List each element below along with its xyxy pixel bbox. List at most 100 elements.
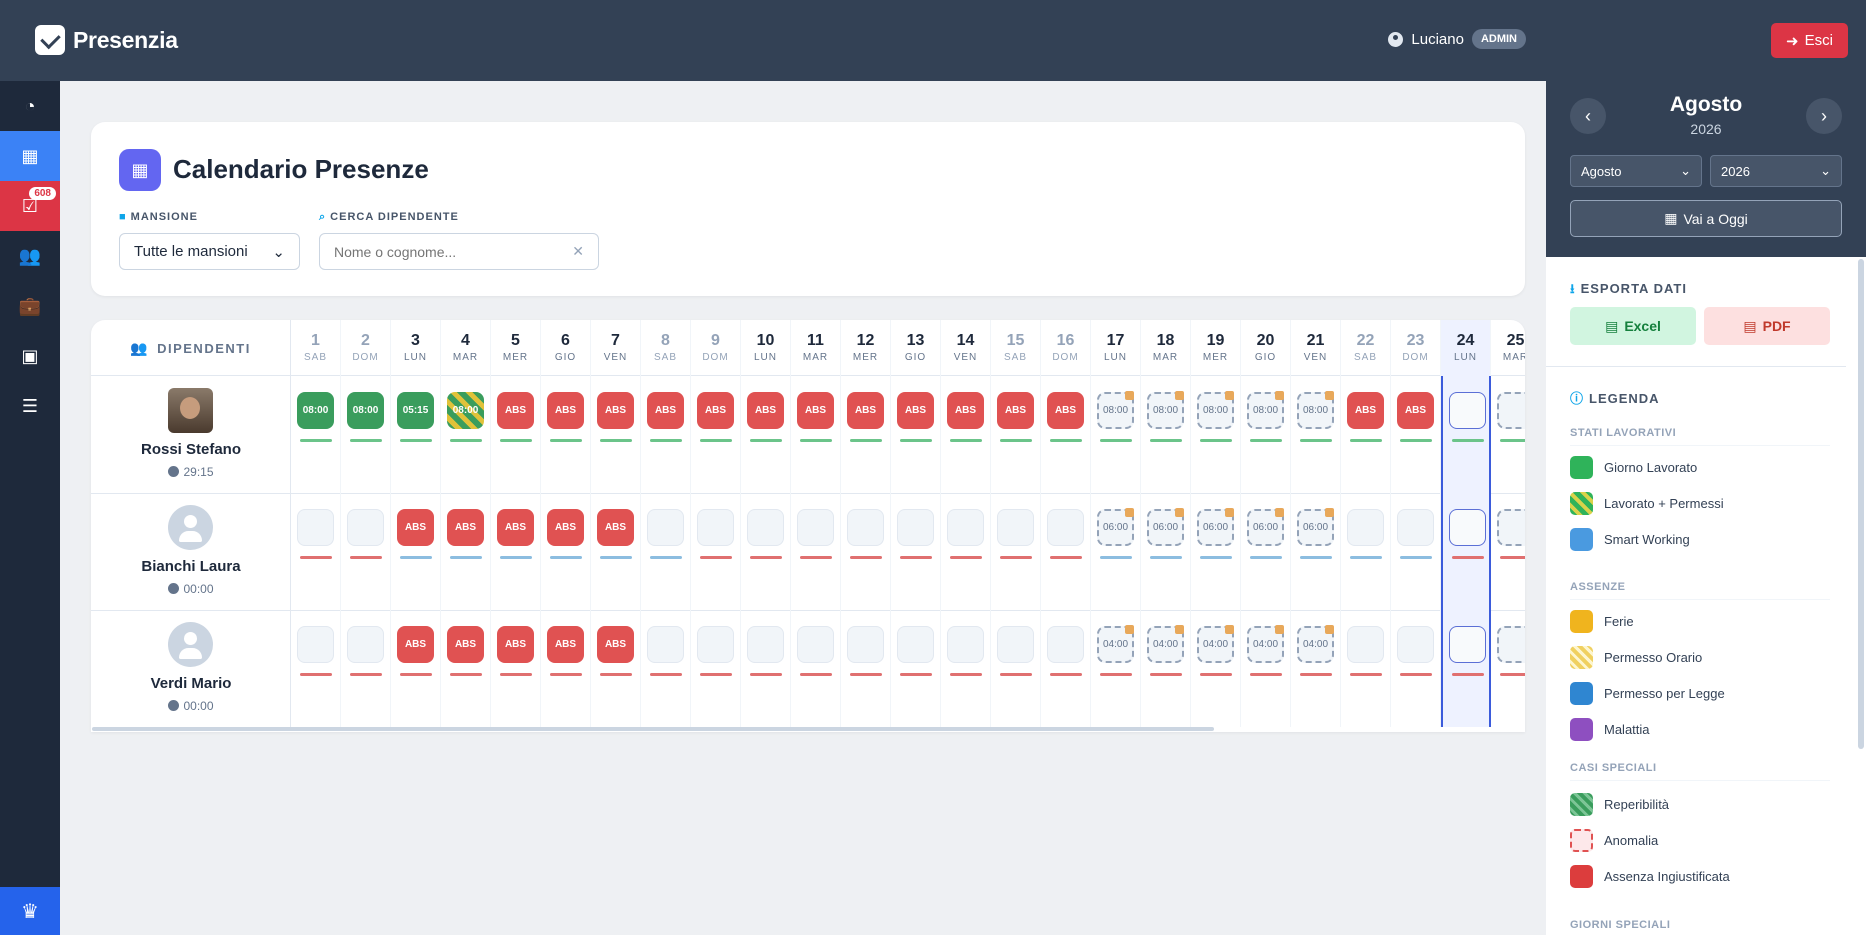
day-cell[interactable]: 06:00 bbox=[1291, 493, 1341, 610]
day-cell[interactable]: ABS bbox=[991, 376, 1041, 493]
day-cell[interactable] bbox=[1391, 493, 1441, 610]
day-cell[interactable]: 08:00 bbox=[441, 376, 491, 493]
day-cell[interactable]: ABS bbox=[841, 376, 891, 493]
search-field[interactable]: ✕ bbox=[319, 233, 599, 270]
day-cell[interactable] bbox=[691, 610, 741, 727]
day-cell[interactable] bbox=[991, 610, 1041, 727]
attendance-chip[interactable]: ABS bbox=[697, 392, 734, 429]
attendance-chip[interactable]: 06:00 bbox=[1147, 508, 1184, 546]
day-cell[interactable] bbox=[1391, 610, 1441, 727]
attendance-chip[interactable]: ABS bbox=[397, 626, 434, 663]
day-cell[interactable]: 04:00 bbox=[1241, 610, 1291, 727]
attendance-chip[interactable] bbox=[797, 509, 834, 546]
attendance-chip[interactable]: ABS bbox=[547, 392, 584, 429]
day-cell[interactable] bbox=[1491, 610, 1525, 727]
attendance-chip[interactable] bbox=[1047, 509, 1084, 546]
day-cell[interactable]: 04:00 bbox=[1191, 610, 1241, 727]
horizontal-scrollbar[interactable] bbox=[92, 727, 1214, 731]
day-cell[interactable]: ABS bbox=[541, 493, 591, 610]
clear-icon[interactable]: ✕ bbox=[572, 243, 584, 260]
attendance-chip[interactable]: ABS bbox=[597, 626, 634, 663]
day-cell[interactable]: ABS bbox=[1041, 376, 1091, 493]
export-excel-button[interactable]: ▤ Excel bbox=[1570, 307, 1696, 345]
day-cell[interactable]: ABS bbox=[491, 376, 541, 493]
attendance-chip[interactable]: ABS bbox=[647, 392, 684, 429]
day-cell[interactable]: 04:00 bbox=[1141, 610, 1191, 727]
attendance-chip[interactable]: 08:00 bbox=[1247, 391, 1284, 429]
attendance-chip[interactable]: 04:00 bbox=[1147, 625, 1184, 663]
day-cell[interactable]: 08:00 bbox=[1091, 376, 1141, 493]
day-cell[interactable]: 06:00 bbox=[1091, 493, 1141, 610]
day-cell[interactable] bbox=[841, 610, 891, 727]
day-cell[interactable]: 08:00 bbox=[1141, 376, 1191, 493]
day-cell[interactable]: 06:00 bbox=[1191, 493, 1241, 610]
attendance-chip[interactable]: 04:00 bbox=[1097, 625, 1134, 663]
attendance-chip[interactable] bbox=[1347, 626, 1384, 663]
day-cell[interactable]: 08:00 bbox=[291, 376, 341, 493]
day-cell[interactable] bbox=[1491, 376, 1525, 493]
day-cell[interactable]: ABS bbox=[691, 376, 741, 493]
attendance-chip[interactable]: ABS bbox=[547, 626, 584, 663]
day-cell[interactable]: ABS bbox=[491, 610, 541, 727]
attendance-chip[interactable] bbox=[347, 626, 384, 663]
day-cell[interactable]: ABS bbox=[541, 376, 591, 493]
attendance-chip[interactable] bbox=[897, 509, 934, 546]
attendance-chip[interactable] bbox=[797, 626, 834, 663]
briefcase-clock-icon[interactable]: 💼 bbox=[0, 281, 60, 331]
day-cell[interactable] bbox=[841, 493, 891, 610]
day-cell[interactable] bbox=[641, 493, 691, 610]
day-cell[interactable]: ABS bbox=[791, 376, 841, 493]
day-cell[interactable]: ABS bbox=[891, 376, 941, 493]
day-cell[interactable] bbox=[641, 610, 691, 727]
day-cell[interactable]: 06:00 bbox=[1141, 493, 1191, 610]
role-select[interactable]: Tutte le mansioni ⌄ bbox=[119, 233, 300, 270]
attendance-chip[interactable] bbox=[1397, 509, 1434, 546]
sliders-icon[interactable]: ☰ bbox=[0, 381, 60, 431]
day-cell[interactable]: ABS bbox=[441, 610, 491, 727]
day-cell[interactable]: ABS bbox=[941, 376, 991, 493]
year-select[interactable]: 2026 ⌄ bbox=[1710, 155, 1842, 187]
app-logo[interactable]: Presenzia bbox=[35, 25, 178, 55]
attendance-chip[interactable]: ABS bbox=[597, 509, 634, 546]
attendance-chip[interactable]: 08:00 bbox=[1197, 391, 1234, 429]
attendance-chip[interactable]: 08:00 bbox=[447, 392, 484, 429]
day-cell[interactable] bbox=[791, 493, 841, 610]
attendance-chip[interactable] bbox=[297, 626, 334, 663]
day-cell[interactable]: ABS bbox=[591, 493, 641, 610]
attendance-chip[interactable] bbox=[1397, 626, 1434, 663]
attendance-chip[interactable]: 08:00 bbox=[1147, 391, 1184, 429]
day-cell[interactable] bbox=[991, 493, 1041, 610]
attendance-chip[interactable]: ABS bbox=[1347, 392, 1384, 429]
attendance-chip[interactable] bbox=[1449, 626, 1486, 663]
attendance-chip[interactable]: ABS bbox=[747, 392, 784, 429]
attendance-chip[interactable] bbox=[1497, 509, 1525, 546]
attendance-chip[interactable] bbox=[297, 509, 334, 546]
attendance-chip[interactable]: 08:00 bbox=[1297, 391, 1334, 429]
employee-info[interactable]: Rossi Stefano 29:15 bbox=[91, 376, 291, 493]
attendance-chip[interactable]: 05:15 bbox=[397, 392, 434, 429]
attendance-chip[interactable]: ABS bbox=[797, 392, 834, 429]
day-cell[interactable] bbox=[341, 610, 391, 727]
attendance-chip[interactable]: 06:00 bbox=[1247, 508, 1284, 546]
attendance-chip[interactable]: 08:00 bbox=[297, 392, 334, 429]
employee-info[interactable]: Bianchi Laura 00:00 bbox=[91, 493, 291, 610]
day-cell[interactable]: ABS bbox=[591, 376, 641, 493]
attendance-chip[interactable] bbox=[647, 509, 684, 546]
calendar-icon[interactable]: ▦ bbox=[0, 131, 60, 181]
approvals-icon[interactable]: ☑ 608 bbox=[0, 181, 60, 231]
day-cell[interactable] bbox=[1441, 376, 1491, 493]
day-cell[interactable]: ABS bbox=[541, 610, 591, 727]
attendance-chip[interactable]: 04:00 bbox=[1297, 625, 1334, 663]
attendance-chip[interactable]: ABS bbox=[847, 392, 884, 429]
qrcode-icon[interactable]: ▣ bbox=[0, 331, 60, 381]
attendance-chip[interactable] bbox=[847, 509, 884, 546]
attendance-chip[interactable]: ABS bbox=[1397, 392, 1434, 429]
attendance-chip[interactable] bbox=[997, 626, 1034, 663]
day-cell[interactable] bbox=[1491, 493, 1525, 610]
day-cell[interactable] bbox=[891, 610, 941, 727]
day-cell[interactable] bbox=[1441, 610, 1491, 727]
day-cell[interactable] bbox=[291, 610, 341, 727]
users-icon[interactable]: 👥 bbox=[0, 231, 60, 281]
attendance-chip[interactable] bbox=[847, 626, 884, 663]
day-cell[interactable]: ABS bbox=[491, 493, 541, 610]
